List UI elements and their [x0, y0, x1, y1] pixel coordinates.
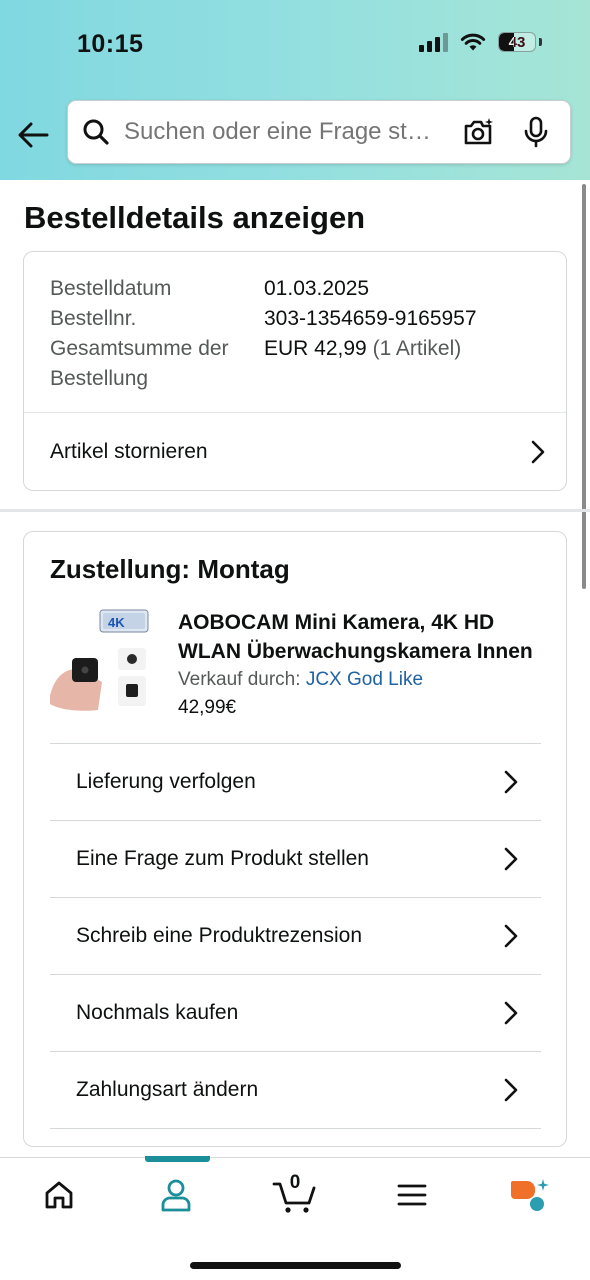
order-date-value: 01.03.2025: [264, 277, 370, 300]
signal-icon: [419, 32, 448, 52]
order-date-row: Bestelldatum 01.03.2025: [50, 274, 477, 304]
status-time: 10:15: [77, 30, 144, 58]
back-arrow-icon: [18, 122, 49, 148]
search-icon: [83, 119, 109, 145]
track-package-row[interactable]: Lieferung verfolgen: [50, 743, 541, 820]
order-number-label: Bestellnr.: [50, 307, 137, 330]
order-summary-card: Bestelldatum 01.03.2025 Bestellnr. 303-1…: [23, 251, 567, 491]
search-bar[interactable]: [67, 100, 571, 164]
chevron-right-icon: [504, 1078, 518, 1102]
action-label: Eine Frage zum Produkt stellen: [76, 847, 369, 870]
action-label: Zahlungsart ändern: [76, 1078, 259, 1101]
camera-icon: [464, 118, 493, 145]
seller-link[interactable]: JCX God Like: [306, 669, 423, 690]
account-icon: [161, 1179, 191, 1212]
page-title: Bestelldetails anzeigen: [24, 200, 366, 235]
order-number-row: Bestellnr. 303-1354659-9165957: [50, 304, 477, 334]
section-divider: [0, 509, 590, 512]
action-label: Schreib eine Produktrezension: [76, 924, 363, 947]
buy-again-row[interactable]: Nochmals kaufen: [50, 974, 541, 1051]
camera-search-button[interactable]: [458, 112, 498, 152]
chevron-right-icon: [504, 770, 518, 794]
action-label: Nochmals kaufen: [76, 1001, 239, 1024]
battery-icon: 43: [498, 32, 536, 52]
bottom-tab-bar: 0: [0, 1156, 590, 1280]
delivery-card: Zustellung: Montag 4K AOBOCAM Mini Kamer…: [23, 531, 567, 1147]
product-item[interactable]: 4K AOBOCAM Mini Kamera, 4K HD WLAN Überw…: [50, 608, 550, 728]
tab-home[interactable]: [29, 1172, 89, 1218]
write-review-row[interactable]: Schreib eine Produktrezension: [50, 897, 541, 974]
order-item-count: (1 Artikel): [372, 337, 462, 360]
order-number-value: 303-1354659-9165957: [264, 307, 477, 330]
chevron-right-icon: [504, 1001, 518, 1025]
product-title[interactable]: AOBOCAM Mini Kamera, 4K HD WLAN Überwach…: [178, 608, 550, 666]
action-label: Lieferung verfolgen: [76, 770, 256, 793]
order-total-row: Gesamtsumme der Bestellung EUR 42,99 (1 …: [50, 334, 477, 394]
home-indicator[interactable]: [190, 1262, 401, 1269]
voice-search-button[interactable]: [516, 112, 556, 152]
chevron-right-icon: [531, 440, 545, 464]
order-total-value-wrap: EUR 42,99 (1 Artikel): [264, 334, 461, 394]
tab-account[interactable]: [146, 1172, 206, 1218]
order-actions: Lieferung verfolgen Eine Frage zum Produ…: [50, 743, 541, 1129]
scrollbar[interactable]: [582, 184, 586, 589]
order-total-label: Gesamtsumme der Bestellung: [50, 337, 229, 390]
tab-menu[interactable]: [382, 1172, 442, 1218]
product-image-badge: 4K: [108, 615, 125, 630]
chevron-right-icon: [504, 847, 518, 871]
seller-prefix: Verkauf durch:: [178, 669, 301, 690]
battery-level: 43: [508, 34, 526, 51]
action-list-end: [50, 1128, 541, 1129]
home-icon: [45, 1181, 73, 1209]
product-info: AOBOCAM Mini Kamera, 4K HD WLAN Überwach…: [178, 608, 550, 719]
order-total-value: EUR 42,99: [264, 337, 367, 360]
delivery-title: Zustellung: Montag: [50, 554, 290, 584]
back-button[interactable]: [14, 116, 52, 154]
active-tab-indicator: [145, 1156, 210, 1162]
product-price: 42,99€: [178, 697, 237, 718]
app-header: 10:15 43: [0, 0, 590, 180]
product-image[interactable]: 4K: [50, 608, 150, 712]
tab-cart[interactable]: 0: [264, 1172, 324, 1218]
wifi-icon: [460, 33, 486, 51]
cart-count: 0: [289, 1172, 301, 1193]
menu-icon: [397, 1184, 427, 1206]
chevron-right-icon: [504, 924, 518, 948]
microphone-icon: [524, 116, 548, 148]
cancel-items-row[interactable]: Artikel stornieren: [50, 413, 546, 491]
rufus-icon: [511, 1179, 549, 1211]
order-date-label: Bestelldatum: [50, 277, 172, 300]
status-icons: 43: [419, 32, 542, 52]
change-payment-row[interactable]: Zahlungsart ändern: [50, 1051, 541, 1128]
seller-line: Verkauf durch: JCX God Like: [178, 669, 550, 691]
tab-rufus[interactable]: [499, 1172, 559, 1218]
battery-tip: [539, 38, 542, 46]
order-info: Bestelldatum 01.03.2025 Bestellnr. 303-1…: [50, 274, 477, 394]
ask-question-row[interactable]: Eine Frage zum Produkt stellen: [50, 820, 541, 897]
cancel-items-label: Artikel stornieren: [50, 440, 208, 463]
search-input[interactable]: [124, 118, 440, 146]
